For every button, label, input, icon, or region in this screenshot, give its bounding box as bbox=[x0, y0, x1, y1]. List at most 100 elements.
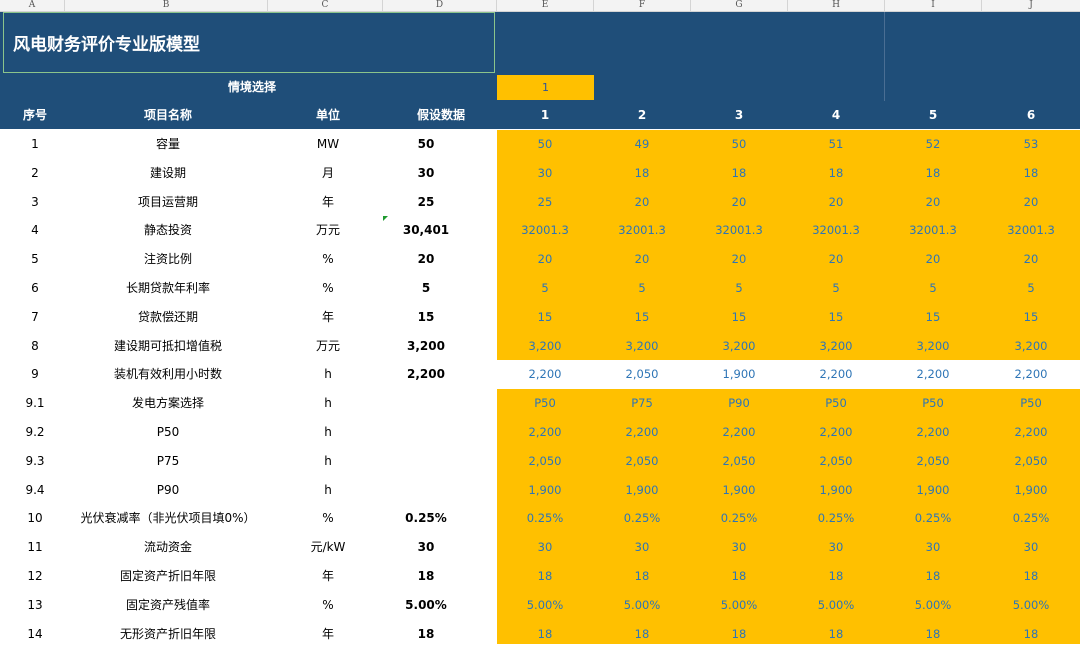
row-scenario-1-cell[interactable]: 5.00% bbox=[497, 591, 593, 620]
row-scenario-4-cell[interactable]: P50 bbox=[788, 389, 884, 418]
row-unit-cell[interactable]: 年 bbox=[280, 188, 376, 217]
row-assumed-cell[interactable]: 3,200 bbox=[378, 332, 474, 361]
row-scenario-5-cell[interactable]: 20 bbox=[885, 188, 981, 217]
column-header-h[interactable]: H bbox=[788, 0, 885, 11]
row-seq-cell[interactable]: 4 bbox=[0, 216, 70, 245]
row-unit-cell[interactable]: 年 bbox=[280, 620, 376, 649]
row-scenario-2-cell[interactable]: 15 bbox=[594, 303, 690, 332]
row-seq-cell[interactable]: 9.1 bbox=[0, 389, 70, 418]
row-scenario-4-cell[interactable]: 5.00% bbox=[788, 591, 884, 620]
row-name-cell[interactable]: 静态投资 bbox=[70, 216, 266, 245]
row-scenario-2-cell[interactable]: 20 bbox=[594, 188, 690, 217]
row-scenario-4-cell[interactable]: 18 bbox=[788, 159, 884, 188]
row-scenario-5-cell[interactable]: 20 bbox=[885, 245, 981, 274]
row-scenario-1-cell[interactable]: 32001.3 bbox=[497, 216, 593, 245]
row-scenario-1-cell[interactable]: 30 bbox=[497, 159, 593, 188]
row-name-cell[interactable]: 发电方案选择 bbox=[70, 389, 266, 418]
row-unit-cell[interactable]: h bbox=[280, 476, 376, 505]
row-scenario-2-cell[interactable]: 5.00% bbox=[594, 591, 690, 620]
row-assumed-cell[interactable]: 0.25% bbox=[378, 504, 474, 533]
row-scenario-6-cell[interactable]: 18 bbox=[982, 562, 1080, 591]
row-scenario-2-cell[interactable]: 18 bbox=[594, 159, 690, 188]
row-seq-cell[interactable]: 1 bbox=[0, 130, 70, 159]
row-scenario-2-cell[interactable]: 1,900 bbox=[594, 476, 690, 505]
row-scenario-3-cell[interactable]: 3,200 bbox=[691, 332, 787, 361]
row-scenario-3-cell[interactable]: 1,900 bbox=[691, 360, 787, 389]
row-scenario-3-cell[interactable]: 18 bbox=[691, 562, 787, 591]
row-scenario-2-cell[interactable]: 18 bbox=[594, 620, 690, 649]
row-seq-cell[interactable]: 9.2 bbox=[0, 418, 70, 447]
row-scenario-4-cell[interactable]: 2,050 bbox=[788, 447, 884, 476]
column-header-d[interactable]: D bbox=[383, 0, 497, 11]
row-scenario-4-cell[interactable]: 15 bbox=[788, 303, 884, 332]
row-name-cell[interactable]: P50 bbox=[70, 418, 266, 447]
row-unit-cell[interactable]: % bbox=[280, 274, 376, 303]
row-scenario-4-cell[interactable]: 30 bbox=[788, 533, 884, 562]
row-scenario-1-cell[interactable]: 20 bbox=[497, 245, 593, 274]
row-scenario-1-cell[interactable]: 5 bbox=[497, 274, 593, 303]
row-scenario-4-cell[interactable]: 32001.3 bbox=[788, 216, 884, 245]
row-name-cell[interactable]: 注资比例 bbox=[70, 245, 266, 274]
row-scenario-1-cell[interactable]: P50 bbox=[497, 389, 593, 418]
row-unit-cell[interactable]: 月 bbox=[280, 159, 376, 188]
row-scenario-6-cell[interactable]: 2,050 bbox=[982, 447, 1080, 476]
row-scenario-2-cell[interactable]: 3,200 bbox=[594, 332, 690, 361]
row-scenario-3-cell[interactable]: 18 bbox=[691, 620, 787, 649]
row-scenario-6-cell[interactable]: 0.25% bbox=[982, 504, 1080, 533]
row-name-cell[interactable]: 建设期可抵扣增值税 bbox=[70, 332, 266, 361]
row-scenario-5-cell[interactable]: 3,200 bbox=[885, 332, 981, 361]
row-scenario-3-cell[interactable]: 20 bbox=[691, 188, 787, 217]
row-scenario-3-cell[interactable]: P90 bbox=[691, 389, 787, 418]
row-name-cell[interactable]: 贷款偿还期 bbox=[70, 303, 266, 332]
row-assumed-cell[interactable]: 18 bbox=[378, 562, 474, 591]
row-scenario-4-cell[interactable]: 0.25% bbox=[788, 504, 884, 533]
column-header-j[interactable]: J bbox=[982, 0, 1080, 11]
row-scenario-6-cell[interactable]: 53 bbox=[982, 130, 1080, 159]
row-scenario-5-cell[interactable]: 0.25% bbox=[885, 504, 981, 533]
row-scenario-5-cell[interactable]: 15 bbox=[885, 303, 981, 332]
row-scenario-5-cell[interactable]: 30 bbox=[885, 533, 981, 562]
row-scenario-3-cell[interactable]: 15 bbox=[691, 303, 787, 332]
row-unit-cell[interactable]: 元/kW bbox=[280, 533, 376, 562]
row-seq-cell[interactable]: 6 bbox=[0, 274, 70, 303]
row-scenario-4-cell[interactable]: 2,200 bbox=[788, 418, 884, 447]
row-unit-cell[interactable]: 年 bbox=[280, 562, 376, 591]
row-scenario-3-cell[interactable]: 1,900 bbox=[691, 476, 787, 505]
row-scenario-3-cell[interactable]: 2,200 bbox=[691, 418, 787, 447]
column-header-a[interactable]: A bbox=[0, 0, 65, 11]
row-scenario-4-cell[interactable]: 20 bbox=[788, 188, 884, 217]
row-scenario-5-cell[interactable]: 2,200 bbox=[885, 418, 981, 447]
row-scenario-6-cell[interactable]: 32001.3 bbox=[982, 216, 1080, 245]
row-scenario-5-cell[interactable]: 2,200 bbox=[885, 360, 981, 389]
row-unit-cell[interactable]: MW bbox=[280, 130, 376, 159]
row-scenario-2-cell[interactable]: 2,050 bbox=[594, 360, 690, 389]
row-scenario-4-cell[interactable]: 2,200 bbox=[788, 360, 884, 389]
row-scenario-5-cell[interactable]: 1,900 bbox=[885, 476, 981, 505]
row-scenario-1-cell[interactable]: 3,200 bbox=[497, 332, 593, 361]
row-scenario-2-cell[interactable]: 20 bbox=[594, 245, 690, 274]
row-unit-cell[interactable]: % bbox=[280, 245, 376, 274]
row-name-cell[interactable]: P90 bbox=[70, 476, 266, 505]
row-scenario-6-cell[interactable]: 2,200 bbox=[982, 360, 1080, 389]
row-assumed-cell[interactable] bbox=[378, 447, 474, 476]
row-scenario-6-cell[interactable]: 20 bbox=[982, 188, 1080, 217]
row-scenario-5-cell[interactable]: 18 bbox=[885, 620, 981, 649]
row-assumed-cell[interactable]: 5 bbox=[378, 274, 474, 303]
row-scenario-4-cell[interactable]: 18 bbox=[788, 620, 884, 649]
row-scenario-5-cell[interactable]: 32001.3 bbox=[885, 216, 981, 245]
row-seq-cell[interactable]: 2 bbox=[0, 159, 70, 188]
row-scenario-3-cell[interactable]: 18 bbox=[691, 159, 787, 188]
row-scenario-5-cell[interactable]: 18 bbox=[885, 562, 981, 591]
row-seq-cell[interactable]: 10 bbox=[0, 504, 70, 533]
row-unit-cell[interactable]: h bbox=[280, 447, 376, 476]
row-scenario-6-cell[interactable]: 18 bbox=[982, 159, 1080, 188]
row-seq-cell[interactable]: 12 bbox=[0, 562, 70, 591]
title-cell[interactable]: 风电财务评价专业版模型 bbox=[3, 12, 495, 73]
row-assumed-cell[interactable]: 18 bbox=[378, 620, 474, 649]
row-scenario-1-cell[interactable]: 25 bbox=[497, 188, 593, 217]
row-assumed-cell[interactable]: 30,401 bbox=[378, 216, 474, 245]
row-name-cell[interactable]: 无形资产折旧年限 bbox=[70, 620, 266, 649]
row-scenario-1-cell[interactable]: 15 bbox=[497, 303, 593, 332]
row-assumed-cell[interactable]: 30 bbox=[378, 159, 474, 188]
column-header-e[interactable]: E bbox=[497, 0, 594, 11]
